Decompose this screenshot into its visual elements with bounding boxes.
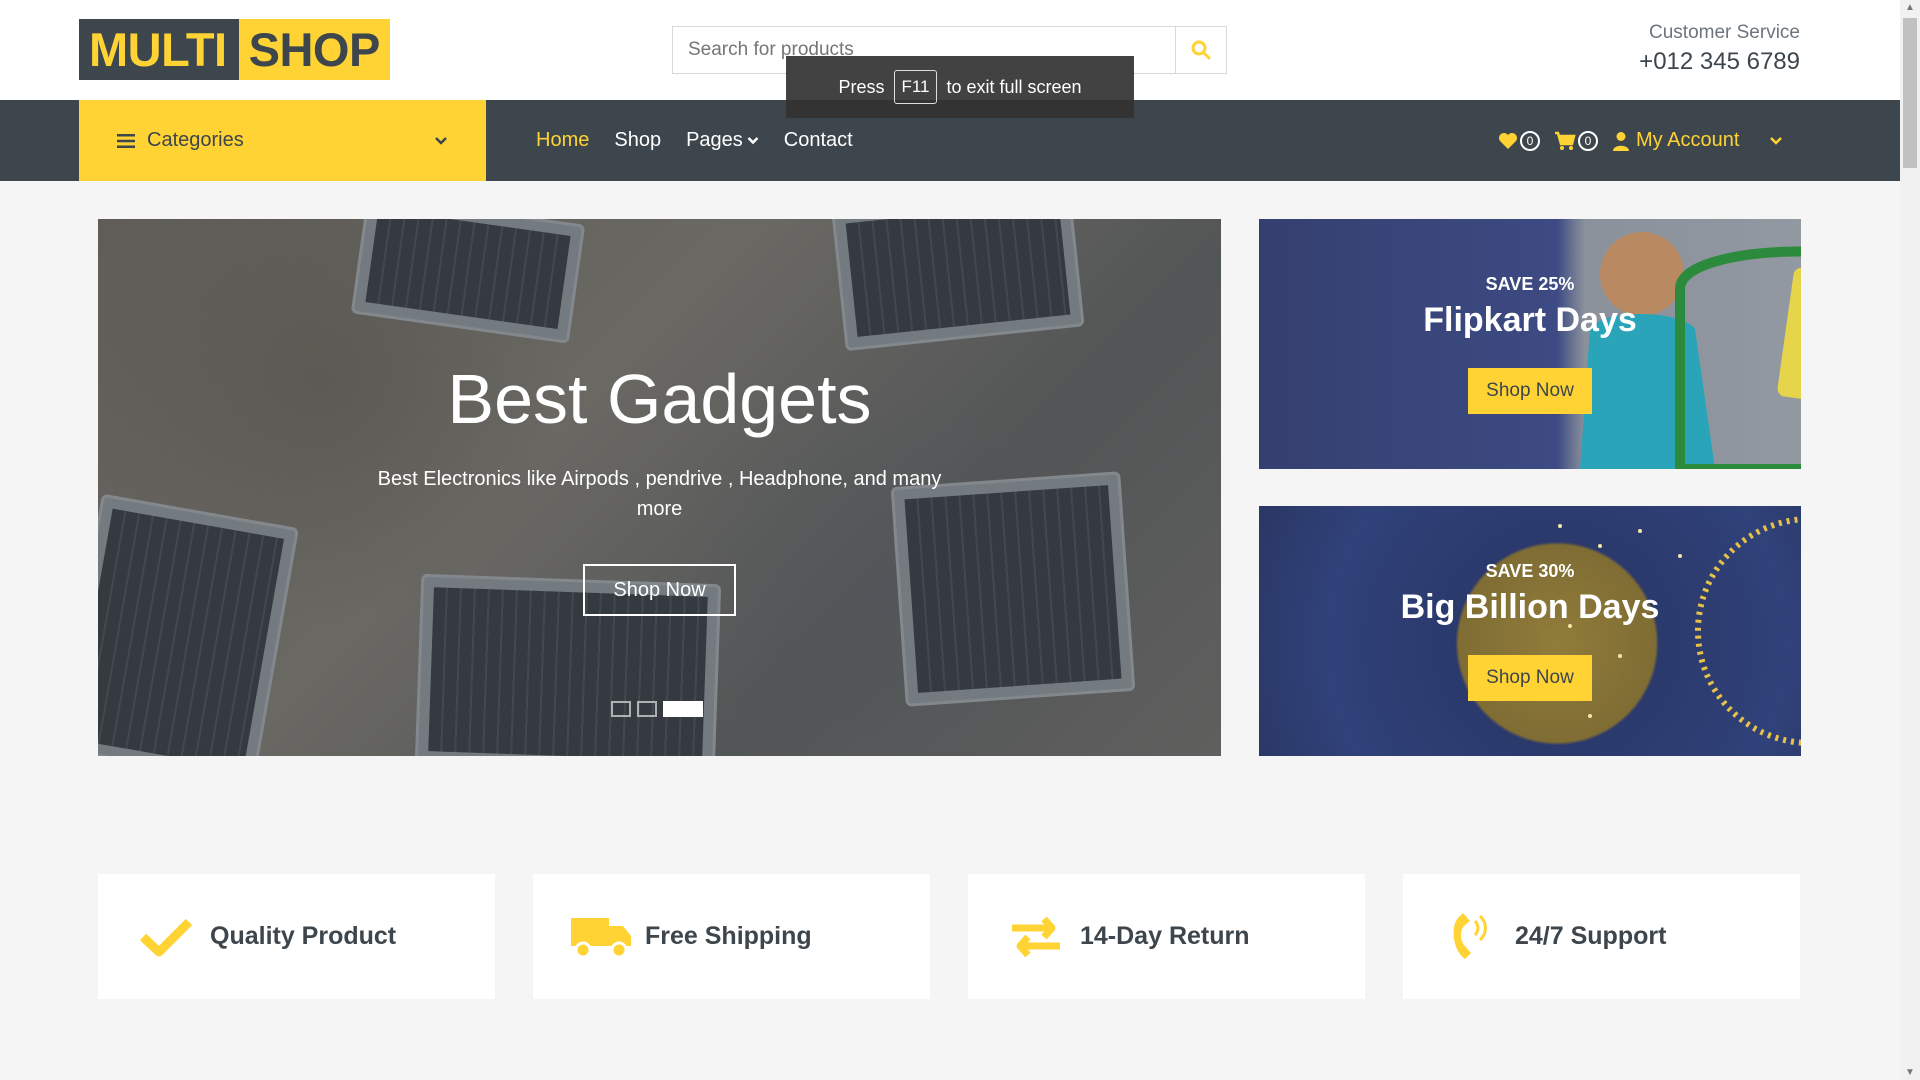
offer-save-label: SAVE 25% (1485, 274, 1575, 294)
wishlist-link[interactable]: 0 (1498, 130, 1540, 151)
hero-shop-now-button[interactable]: Shop Now (583, 564, 736, 616)
scroll-up-icon[interactable]: ▲ (1905, 2, 1915, 13)
carousel-indicators (611, 701, 703, 717)
offer-save-label: SAVE 30% (1485, 561, 1575, 581)
hero-caption: Best Gadgets Best Electronics like Airpo… (98, 219, 1221, 756)
offer-shop-now-button[interactable]: Shop Now (1468, 368, 1592, 414)
feature-support: 24/7 Support (1403, 874, 1800, 999)
shipping-truck-icon (569, 912, 633, 962)
feature-shipping: Free Shipping (533, 874, 930, 999)
nav-shop[interactable]: Shop (614, 129, 661, 152)
feature-label: 24/7 Support (1515, 922, 1667, 950)
customer-service-phone: +012 345 6789 (1639, 48, 1800, 75)
logo-part-1: MULTI (79, 19, 239, 80)
categories-toggle[interactable]: Categories (79, 100, 486, 181)
nav-pages-label: Pages (686, 129, 743, 151)
feature-label: Quality Product (210, 922, 397, 950)
hero-carousel[interactable]: Best Gadgets Best Electronics like Airpo… (98, 219, 1221, 756)
customer-service-label: Customer Service (1649, 22, 1800, 43)
toast-suffix: to exit full screen (946, 76, 1082, 97)
nav-pages[interactable]: Pages (686, 129, 759, 152)
feature-label: 14-Day Return (1080, 922, 1250, 950)
logo[interactable]: MULTI SHOP (79, 19, 390, 80)
carousel-indicator[interactable] (637, 701, 657, 717)
offer-banner-flipkart: SAVE 25% Flipkart Days Shop Now (1259, 219, 1801, 469)
offer-content: SAVE 25% Flipkart Days Shop Now (1259, 219, 1801, 469)
user-nav: 0 0 My Account (1498, 100, 1783, 181)
nav-home[interactable]: Home (536, 129, 589, 152)
page-scrollbar[interactable]: ▲ ▼ (1900, 0, 1920, 1080)
customer-service: Customer Service +012 345 6789 (1639, 22, 1800, 76)
account-label: My Account (1636, 129, 1740, 151)
nav-contact[interactable]: Contact (784, 129, 853, 152)
toast-prefix: Press (838, 76, 885, 97)
carousel-indicator[interactable] (611, 701, 631, 717)
logo-part-2: SHOP (238, 19, 390, 80)
toast-key: F11 (894, 70, 937, 104)
hero-subtitle: Best Electronics like Airpods , pendrive… (377, 468, 942, 520)
bars-icon (117, 133, 135, 148)
exchange-arrows-icon (1004, 916, 1068, 958)
scroll-down-icon[interactable]: ▼ (1905, 1067, 1915, 1078)
offer-content: SAVE 30% Big Billion Days Shop Now (1259, 506, 1801, 756)
scrollbar-thumb[interactable] (1903, 18, 1917, 168)
offer-shop-now-button[interactable]: Shop Now (1468, 655, 1592, 701)
fullscreen-toast: Press F11 to exit full screen (786, 56, 1134, 118)
cart-count: 0 (1578, 130, 1598, 151)
carousel-indicator-active[interactable] (663, 701, 703, 717)
hero-title: Best Gadgets (447, 360, 872, 438)
heart-icon (1499, 132, 1517, 149)
chevron-down-icon (1770, 136, 1783, 145)
categories-label: Categories (147, 129, 244, 151)
search-button[interactable] (1175, 27, 1226, 73)
feature-quality: Quality Product (98, 874, 495, 999)
chevron-down-icon (435, 136, 447, 145)
wishlist-count: 0 (1520, 130, 1540, 151)
cart-icon (1555, 131, 1576, 150)
offer-banner-big-billion: SAVE 30% Big Billion Days Shop Now (1259, 506, 1801, 756)
feature-label: Free Shipping (645, 922, 812, 950)
offer-title: Flipkart Days (1423, 301, 1637, 339)
account-menu[interactable]: My Account (1612, 129, 1783, 152)
user-icon (1613, 131, 1629, 151)
chevron-down-icon (747, 137, 759, 145)
check-icon (134, 917, 198, 957)
offer-title: Big Billion Days (1400, 588, 1660, 626)
search-icon (1191, 40, 1211, 60)
feature-return: 14-Day Return (968, 874, 1365, 999)
phone-volume-icon (1439, 911, 1503, 963)
cart-link[interactable]: 0 (1554, 130, 1598, 151)
